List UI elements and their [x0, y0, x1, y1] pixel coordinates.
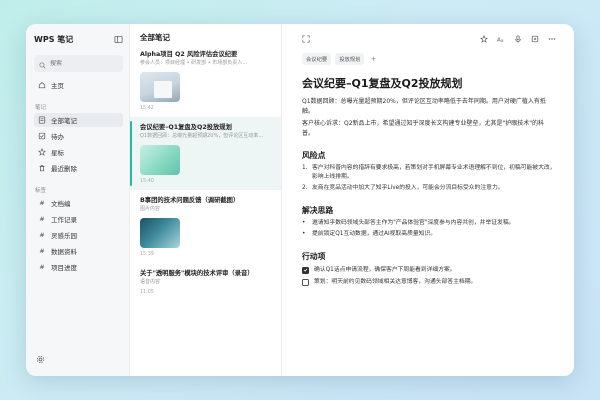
note-card-date: 15:42	[140, 106, 154, 111]
list-item-text: 邀请知乎数码领域头部答主作为"产品体验官"深度参与内容共创，并举证发稿。	[312, 220, 515, 226]
note-card-title: Alpha项目 Q2 风险评估会议纪要	[140, 51, 238, 58]
todo-item[interactable]: 确认Q1话点申请流程，确保客户下周能看到详细方案。	[302, 265, 556, 275]
note-card-title: B事团的技术问题反馈（调研截图）	[140, 197, 240, 204]
note-paragraph[interactable]: 客户核心诉求：Q2新品上市，希望通过知乎深度长文构建专业壁垒，尤其是"护眼技术"…	[302, 119, 556, 138]
list-item-text: 提前锁定Q1互动数据，通过AI视取高质量知识。	[312, 231, 437, 237]
hashtag-icon: #	[39, 247, 45, 255]
list-number: 1.	[302, 165, 308, 171]
tag-item[interactable]: # 项目进度	[34, 260, 123, 274]
checkbox-checked[interactable]	[302, 266, 309, 274]
nav-item-label: 主页	[51, 82, 64, 90]
note-paragraph[interactable]: Q1数据回顾：总曝光量超预期20%，但评论区互动率略低于去年同期。用户对硬广植入…	[302, 97, 556, 116]
note-card-snippet: 参会人员：项目经理 • 研发部 • 市场部负责人…	[140, 60, 248, 66]
tag-label: 文档编	[51, 200, 71, 208]
note-card-date: 15:39	[140, 252, 154, 257]
section-heading-actions[interactable]: 行动项	[302, 251, 556, 262]
checkbox-icon	[38, 132, 46, 140]
list-item-text: 客户对科普内容的措辞有要求极高，若策划对手机屏幕专业术语理解不到位，初稿可能被大…	[312, 165, 556, 180]
tag-item[interactable]: # 灵感乐园	[34, 228, 123, 242]
tag-item[interactable]: # 数据资料	[34, 244, 123, 258]
sidebar-toggle-icon[interactable]	[113, 34, 123, 44]
nav-item-label: 待办	[51, 133, 64, 141]
star-icon[interactable]	[480, 28, 488, 47]
note-tag[interactable]: 投放规划	[335, 53, 365, 65]
bullet-icon: •	[302, 231, 306, 237]
list-header: 全部笔记	[140, 33, 170, 42]
list-item-text: 友商在竞品活动中加大了知乎Live的投入，可能会分流目标受众的注意力。	[312, 185, 504, 191]
section-label-tags: 标签	[35, 188, 47, 194]
list-number: 2.	[302, 185, 308, 191]
sidebar: WPS 笔记 主页 笔记 全部笔记	[26, 24, 130, 376]
star-icon	[38, 148, 46, 156]
nav-item-label: 最近删除	[51, 165, 77, 173]
expand-icon[interactable]	[302, 28, 310, 47]
hashtag-icon: #	[39, 215, 45, 223]
hashtag-icon: #	[39, 231, 45, 239]
note-editor: Aa 会议纪要 投放规划 + 会议纪要–Q1复盘及Q2投放规划 Q1数据回顾：总…	[282, 24, 574, 376]
nav-item-starred[interactable]: 星标	[34, 145, 123, 159]
search-box[interactable]	[34, 55, 123, 72]
todo-item[interactable]: 策划：明天前约见数码领域相关达意博客，沟通头部答主档期。	[302, 277, 556, 287]
note-card-snippet: 语音内容	[140, 279, 161, 285]
note-card-title: 关于"透明服务"模块的技术评审（录音）	[140, 270, 254, 277]
tag-item[interactable]: # 工作记录	[34, 212, 123, 226]
todo-text: 策划：明天前约见数码领域相关达意博客，沟通头部答主档期。	[314, 279, 477, 285]
tag-label: 灵感乐园	[51, 232, 77, 240]
note-card[interactable]: Alpha项目 Q2 风险评估会议纪要 参会人员：项目经理 • 研发部 • 市场…	[130, 44, 281, 117]
tag-label: 工作记录	[51, 216, 77, 224]
note-card-snippet: Q1数据回顾：总曝光量超预期20%，但评论区互动率…	[140, 133, 264, 139]
checkbox-unchecked[interactable]	[302, 278, 309, 286]
note-card[interactable]: B事团的技术问题反馈（调研截图） 图片内容 15:39	[130, 190, 281, 263]
translate-icon[interactable]: Aa	[497, 28, 505, 47]
search-input[interactable]	[50, 60, 110, 67]
note-tag[interactable]: 会议纪要	[302, 53, 332, 65]
app-title: WPS 笔记	[34, 34, 74, 44]
tag-label: 数据资料	[51, 248, 77, 256]
tag-label: 项目进度	[51, 264, 77, 272]
share-icon[interactable]	[531, 28, 539, 47]
note-card-title: 会议纪要–Q1复盘及Q2投放规划	[140, 124, 232, 131]
nav-item-label: 全部笔记	[51, 117, 77, 125]
section-heading-risks[interactable]: 风险点	[302, 150, 556, 161]
trash-icon	[38, 164, 46, 172]
nav-item-trash[interactable]: 最近删除	[34, 161, 123, 175]
tag-item[interactable]: # 文档编	[34, 196, 123, 210]
note-thumbnail	[140, 145, 180, 175]
note-title[interactable]: 会议纪要–Q1复盘及Q2投放规划	[302, 75, 556, 91]
app-window: WPS 笔记 主页 笔记 全部笔记	[26, 24, 574, 376]
numbered-list-item[interactable]: 2. 友商在竞品活动中加大了知乎Live的投入，可能会分流目标受众的注意力。	[302, 184, 556, 193]
svg-text:a: a	[501, 38, 504, 43]
nav-item-todo[interactable]: 待办	[34, 129, 123, 143]
more-icon[interactable]	[548, 28, 556, 47]
home-icon	[38, 81, 46, 89]
note-card[interactable]: 关于"透明服务"模块的技术评审（录音） 语音内容 11:05	[130, 263, 281, 301]
bullet-icon: •	[302, 220, 306, 226]
bullet-list-item[interactable]: • 提前锁定Q1互动数据，通过AI视取高质量知识。	[302, 230, 556, 239]
note-card-date: 11:05	[140, 290, 154, 295]
search-icon	[39, 54, 46, 73]
hashtag-icon: #	[39, 263, 45, 271]
editor-toolbar: Aa	[302, 24, 556, 50]
nav-item-all-notes[interactable]: 全部笔记	[34, 113, 123, 127]
note-tags: 会议纪要 投放规划 +	[302, 53, 556, 65]
note-thumbnail	[140, 218, 180, 248]
note-card-snippet: 图片内容	[140, 206, 161, 212]
notes-icon	[38, 116, 46, 124]
note-list: 全部笔记 Alpha项目 Q2 风险评估会议纪要 参会人员：项目经理 • 研发部…	[130, 24, 282, 376]
nav-item-home[interactable]: 主页	[34, 78, 123, 92]
note-card-selected[interactable]: 会议纪要–Q1复盘及Q2投放规划 Q1数据回顾：总曝光量超预期20%，但评论区互…	[130, 117, 281, 190]
add-tag-button[interactable]: +	[368, 55, 378, 63]
note-card-date: 15:40	[140, 179, 154, 184]
hashtag-icon: #	[39, 199, 45, 207]
todo-text: 确认Q1话点申请流程，确保客户下周能看到详细方案。	[314, 267, 456, 273]
settings-icon[interactable]	[36, 349, 45, 368]
section-label-notes: 笔记	[35, 105, 47, 111]
microphone-icon[interactable]	[514, 28, 522, 47]
bullet-list-item[interactable]: • 邀请知乎数码领域头部答主作为"产品体验官"深度参与内容共创，并举证发稿。	[302, 219, 556, 228]
numbered-list-item[interactable]: 1. 客户对科普内容的措辞有要求极高，若策划对手机屏幕专业术语理解不到位，初稿可…	[302, 164, 556, 182]
nav-item-label: 星标	[51, 149, 64, 157]
section-heading-solutions[interactable]: 解决思路	[302, 205, 556, 216]
note-thumbnail	[140, 72, 180, 102]
